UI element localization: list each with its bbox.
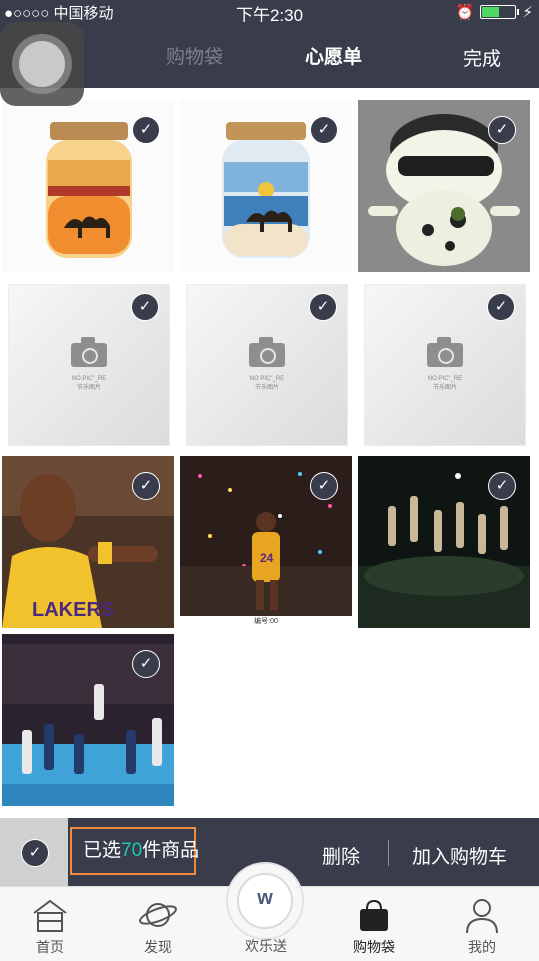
assistive-touch-button[interactable]	[0, 22, 84, 106]
product-item-no-picture[interactable]: NO PIC"_RE 节乐图片 ✓	[8, 284, 170, 446]
product-item-camel-jar-blue[interactable]: ✓	[180, 100, 352, 272]
svg-text:24: 24	[260, 551, 274, 565]
product-item-no-picture[interactable]: NO PIC"_RE 节乐图片 ✓	[364, 284, 526, 446]
product-item-player-photo[interactable]: LAKERS ✓	[2, 456, 174, 628]
battery-icon	[480, 5, 520, 19]
tab-center-label: 欢乐送	[245, 938, 287, 954]
tab-cart[interactable]: 购物袋	[166, 42, 223, 69]
select-all-check-icon[interactable]: ✓	[21, 839, 49, 867]
charging-icon: ⚡	[522, 4, 533, 21]
item-selected-check-icon[interactable]: ✓	[132, 472, 160, 500]
product-item-team-photo[interactable]: ✓	[358, 456, 530, 628]
item-selected-check-icon[interactable]: ✓	[131, 293, 159, 321]
select-all-button[interactable]: ✓	[0, 818, 68, 886]
shopping-bag-icon	[360, 899, 388, 931]
divider	[388, 840, 389, 866]
svg-text:LAKERS: LAKERS	[32, 599, 114, 621]
delete-button[interactable]: 删除	[322, 842, 360, 869]
item-selected-check-icon[interactable]: ✓	[487, 293, 515, 321]
camera-icon	[71, 337, 107, 367]
tab-home[interactable]: 首页	[0, 887, 100, 961]
alarm-icon: ⏰	[455, 4, 475, 21]
tab-discover[interactable]: 发现	[108, 887, 208, 961]
product-item-camel-jar-orange[interactable]: ✓	[2, 100, 174, 272]
selected-count: 70	[121, 840, 143, 861]
user-icon	[466, 899, 498, 934]
w-logo-icon: w	[257, 887, 273, 909]
product-item-celebration-photo[interactable]: 24 编号:00 ✓	[180, 456, 352, 628]
item-selected-check-icon[interactable]: ✓	[309, 293, 337, 321]
product-item-no-picture[interactable]: NO PIC"_RE 节乐图片 ✓	[186, 284, 348, 446]
tab-mine[interactable]: 我的	[432, 887, 532, 961]
status-bar: ●○○○○ 中国移动 下午2:30 ⏰ ⚡	[0, 0, 539, 25]
add-to-cart-button[interactable]: 加入购物车	[412, 842, 507, 869]
selected-count-label: 已选70件商品	[70, 827, 199, 875]
planet-icon	[139, 903, 177, 927]
item-selected-check-icon[interactable]: ✓	[488, 116, 516, 144]
home-icon	[33, 899, 67, 932]
item-selected-check-icon[interactable]: ✓	[488, 472, 516, 500]
photo-caption: 编号:00	[254, 618, 278, 625]
tab-bag[interactable]: 购物袋	[324, 887, 424, 961]
camera-icon	[427, 337, 463, 367]
wishlist-grid: ✓ ✓ ✓ NO PIC"_RE 节乐图片 ✓ NO PIC"_RE 节乐图片 …	[0, 88, 539, 818]
item-selected-check-icon[interactable]: ✓	[132, 116, 160, 144]
item-selected-check-icon[interactable]: ✓	[310, 116, 338, 144]
item-selected-check-icon[interactable]: ✓	[310, 472, 338, 500]
item-selected-check-icon[interactable]: ✓	[132, 650, 160, 678]
done-button[interactable]: 完成	[463, 44, 501, 71]
product-item-game-photo[interactable]: ✓	[2, 634, 174, 806]
camera-icon	[249, 337, 285, 367]
tab-wishlist[interactable]: 心愿单	[305, 42, 362, 69]
product-item-cartoon-toy[interactable]: ✓	[358, 100, 530, 272]
tab-center-button[interactable]: w	[226, 862, 304, 940]
